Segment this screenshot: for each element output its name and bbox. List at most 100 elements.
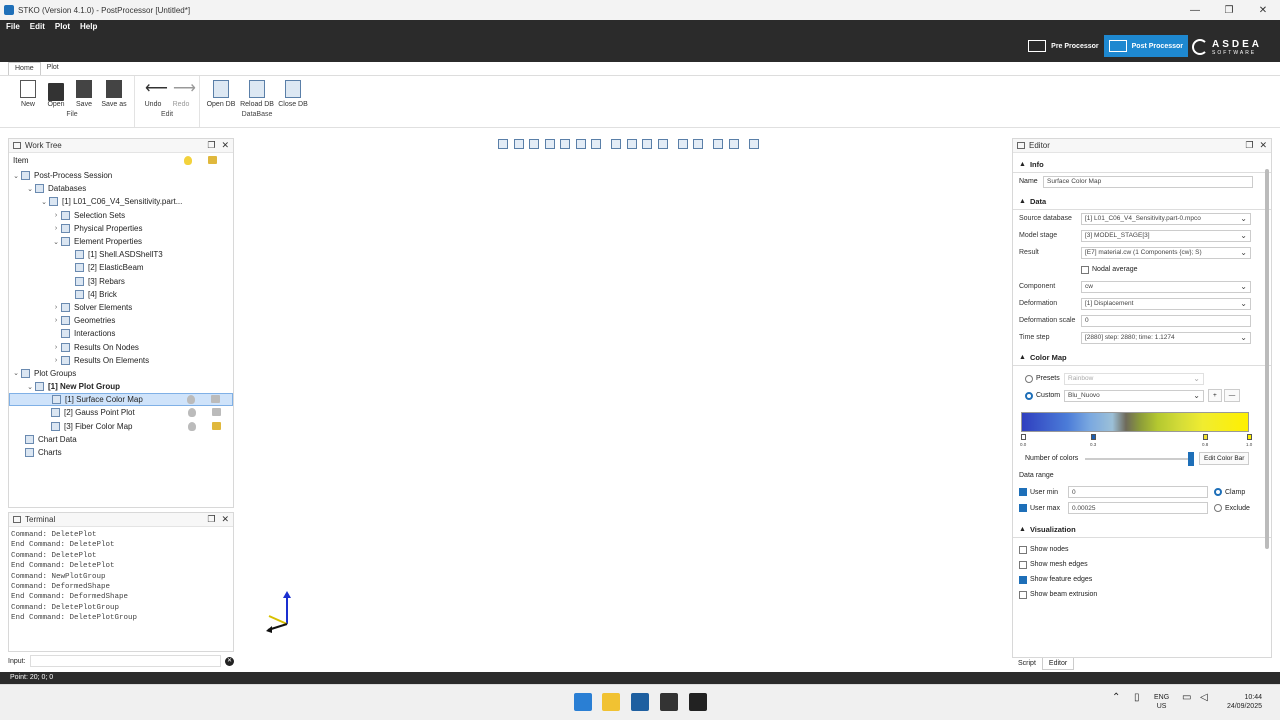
user-min-checkbox[interactable] <box>1019 488 1027 496</box>
tree-node[interactable]: › Results On Elements <box>9 354 233 367</box>
nodal-average-checkbox[interactable] <box>1081 265 1089 274</box>
presets-select[interactable]: Rainbow <box>1064 372 1204 385</box>
view-front-icon[interactable] <box>513 139 524 149</box>
tab-plot[interactable]: Plot <box>41 62 65 75</box>
tree-node[interactable]: [1] Shell.ASDShellT3 <box>9 248 233 261</box>
add-colormap-button[interactable]: + <box>1208 389 1222 402</box>
app-window-icon[interactable] <box>660 693 678 711</box>
close-panel-icon[interactable]: ✕ <box>221 140 229 151</box>
tab-home[interactable]: Home <box>8 62 41 75</box>
tree-node[interactable]: [3] Fiber Color Map <box>9 420 233 433</box>
menu-file[interactable]: File <box>6 22 20 31</box>
show-feature-checkbox[interactable] <box>1019 575 1027 584</box>
save-as-button[interactable]: Save as <box>99 80 129 108</box>
float-panel-icon[interactable]: ❐ <box>207 140 215 151</box>
view-top-icon[interactable] <box>575 139 586 149</box>
tree-node[interactable]: [2] Gauss Point Plot <box>9 406 233 419</box>
color-stop-marker[interactable] <box>1091 434 1096 440</box>
tab-script[interactable]: Script <box>1012 658 1042 670</box>
zoom-icon[interactable] <box>728 139 739 149</box>
show-beam-checkbox[interactable] <box>1019 590 1027 599</box>
custom-colormap-select[interactable]: Blu_Nuovo <box>1064 389 1204 402</box>
tree-node[interactable]: › Results On Nodes <box>9 340 233 353</box>
tree-node[interactable]: ⌄ Plot Groups <box>9 367 233 380</box>
tree-node[interactable]: ⌄ Databases <box>9 182 233 195</box>
ncolors-slider[interactable] <box>1085 451 1194 466</box>
menu-edit[interactable]: Edit <box>30 22 45 31</box>
tree-node[interactable]: › Geometries <box>9 314 233 327</box>
name-field[interactable]: Surface Color Map <box>1043 175 1253 188</box>
eye-hide-icon[interactable] <box>626 139 637 149</box>
clock[interactable]: 10:44 24/09/2025 <box>1218 693 1262 711</box>
view-back-icon[interactable] <box>529 139 539 149</box>
tree-node[interactable]: › Physical Properties <box>9 222 233 235</box>
ruler-icon[interactable] <box>748 139 759 149</box>
custom-radio[interactable] <box>1025 391 1033 400</box>
collapse-icon[interactable]: ⌄ <box>25 383 35 391</box>
tree-node[interactable]: [2] ElasticBeam <box>9 261 233 274</box>
tree-node[interactable]: Interactions <box>9 327 233 340</box>
pre-processor-button[interactable]: Pre Processor <box>1023 35 1103 57</box>
expand-icon[interactable]: › <box>51 344 61 351</box>
save-button[interactable]: Save <box>71 80 97 108</box>
component-select[interactable]: cw <box>1081 280 1251 293</box>
time-step-select[interactable]: [2880] step: 2880; time: 1.1274 <box>1081 331 1251 344</box>
volume-icon[interactable]: ◁ <box>1200 693 1208 703</box>
close-panel-icon[interactable]: ✕ <box>1259 140 1267 151</box>
color-bar-preview[interactable] <box>1021 412 1249 432</box>
screenshot-icon[interactable] <box>657 139 668 149</box>
redo-button[interactable]: ⟶ Redo <box>168 80 196 108</box>
color-stop-marker[interactable] <box>1247 434 1252 440</box>
expand-icon[interactable]: › <box>51 225 61 232</box>
expand-icon[interactable]: › <box>51 317 61 324</box>
show-nodes-checkbox[interactable] <box>1019 545 1027 554</box>
tree-node[interactable]: › Solver Elements <box>9 301 233 314</box>
menu-plot[interactable]: Plot <box>55 22 70 31</box>
view-bottom-icon[interactable] <box>591 139 601 149</box>
open-button[interactable]: Open <box>43 80 69 108</box>
tree-node[interactable]: Charts <box>9 446 233 459</box>
colormap-section-header[interactable]: ▲ Color Map <box>1013 350 1271 366</box>
eye-show-icon[interactable] <box>642 139 652 149</box>
eye-icon[interactable] <box>611 139 621 149</box>
mirror-icon[interactable] <box>693 139 703 149</box>
minimize-button[interactable]: — <box>1178 5 1212 16</box>
stko-taskbar-icon[interactable] <box>631 693 649 711</box>
collapse-icon[interactable]: ⌄ <box>11 172 21 180</box>
tree-node[interactable]: ⌄ [1] New Plot Group <box>9 380 233 393</box>
zoom-fit-icon[interactable] <box>713 139 723 149</box>
lock-icon[interactable] <box>211 395 220 404</box>
data-section-header[interactable]: ▲ Data <box>1013 194 1271 210</box>
reload-db-button[interactable]: Reload DB <box>239 80 275 108</box>
file-explorer-icon[interactable] <box>602 693 620 711</box>
terminal-app-icon[interactable] <box>689 693 707 711</box>
tree-node[interactable]: ⌄ Post-Process Session <box>9 169 233 182</box>
battery-icon[interactable]: ▯ <box>1134 693 1140 703</box>
lock-icon[interactable] <box>212 421 221 430</box>
editor-scrollbar[interactable] <box>1265 169 1269 549</box>
exclude-radio[interactable] <box>1214 504 1222 512</box>
view-iso-icon[interactable] <box>498 139 508 149</box>
model-stage-select[interactable]: [3] MODEL_STAGE[3] <box>1081 229 1251 242</box>
open-db-button[interactable]: Open DB <box>205 80 237 108</box>
lock-icon[interactable] <box>212 408 221 417</box>
tree-node[interactable]: ⌄ Element Properties <box>9 235 233 248</box>
tree-node[interactable]: [4] Brick <box>9 288 233 301</box>
expand-icon[interactable]: › <box>51 357 61 364</box>
color-stop-marker[interactable] <box>1203 434 1208 440</box>
new-button[interactable]: New <box>15 80 41 108</box>
maximize-button[interactable]: ❐ <box>1212 5 1246 16</box>
close-button[interactable]: ✕ <box>1246 5 1280 16</box>
collapse-icon[interactable]: ⌄ <box>25 185 35 193</box>
perspective-icon[interactable] <box>677 139 688 149</box>
result-select[interactable]: [E7] material.cw (1 Components {cw}; S) <box>1081 246 1251 259</box>
user-max-checkbox[interactable] <box>1019 504 1027 512</box>
collapse-icon[interactable]: ⌄ <box>51 238 61 246</box>
tree-node[interactable]: Chart Data <box>9 433 233 446</box>
view-right-icon[interactable] <box>560 139 570 149</box>
visibility-icon[interactable] <box>188 408 196 418</box>
view-left-icon[interactable] <box>544 139 555 149</box>
deformation-scale-input[interactable]: 0 <box>1081 314 1251 327</box>
expand-icon[interactable]: › <box>51 212 61 219</box>
tab-editor[interactable]: Editor <box>1041 658 1075 670</box>
